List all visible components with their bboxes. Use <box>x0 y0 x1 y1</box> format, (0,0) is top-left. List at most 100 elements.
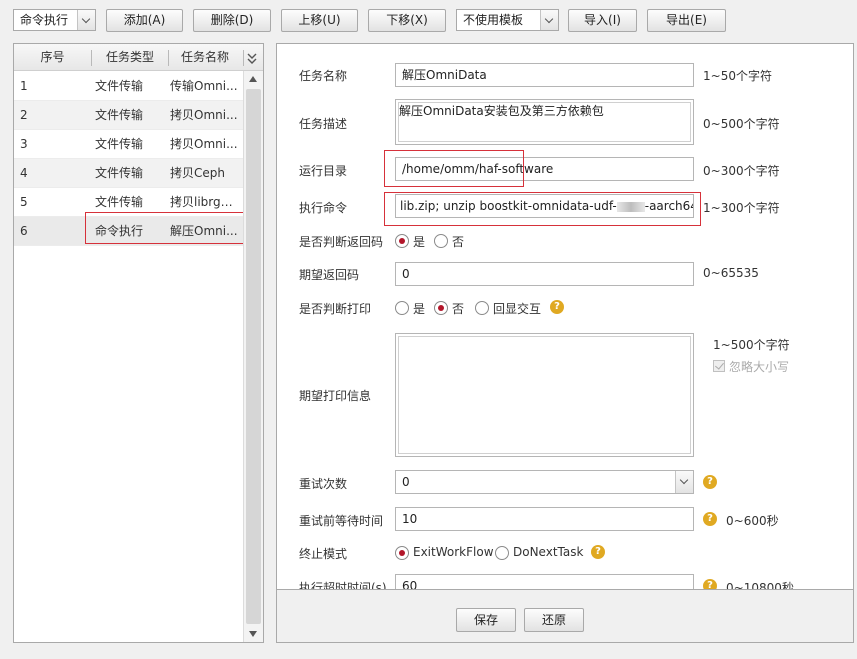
row-type: 文件传输 <box>95 79 144 93</box>
scroll-up-icon[interactable] <box>249 76 257 82</box>
stop-mode-exit-label: ExitWorkFlow <box>413 545 494 559</box>
row-name: 拷贝Ceph <box>170 166 225 180</box>
row-type: 文件传输 <box>95 166 144 180</box>
exec-cmd-label: 执行命令 <box>299 201 348 215</box>
check-print-echo-radio[interactable] <box>475 301 489 315</box>
row-type: 文件传输 <box>95 137 144 151</box>
stop-mode-label: 终止模式 <box>299 547 348 561</box>
question-circle-icon[interactable]: ? <box>703 475 717 489</box>
task-type-select[interactable]: 命令执行 <box>13 9 96 31</box>
retry-wait-input[interactable]: 10 <box>395 507 694 531</box>
row-name: 拷贝librgw... <box>170 195 240 209</box>
check-print-echo-label: 回显交互 <box>493 302 542 316</box>
row-name: 拷贝Omni... <box>170 108 238 122</box>
retry-count-select[interactable]: 0 <box>395 470 694 494</box>
expected-return-input[interactable]: 0 <box>395 262 694 286</box>
row-name: 传输Omni... <box>170 79 238 93</box>
add-button[interactable]: 添加(A) <box>106 9 183 32</box>
table-row[interactable]: 4 文件传输 拷贝Ceph <box>14 159 243 188</box>
scroll-down-icon[interactable] <box>249 631 257 637</box>
row-type: 文件传输 <box>95 195 144 209</box>
expected-print-hint: 1~500个字符 <box>713 338 790 352</box>
row-name: 拷贝Omni... <box>170 137 238 151</box>
redacted-mask <box>616 201 645 212</box>
exec-cmd-value-head: lib.zip; unzip boostkit-omnidata-udf- <box>400 199 617 213</box>
exec-cmd-input[interactable]: lib.zip; unzip boostkit-omnidata-udf- -aa… <box>395 194 694 218</box>
row-no: 5 <box>20 195 28 209</box>
task-list-header: 序号 任务类型 任务名称 <box>14 44 263 71</box>
template-select-value: 不使用模板 <box>463 13 524 27</box>
row-type: 文件传输 <box>95 108 144 122</box>
check-print-label: 是否判断打印 <box>299 302 372 316</box>
question-circle-icon[interactable]: ? <box>703 512 717 526</box>
column-header-name[interactable]: 任务名称 <box>169 44 241 71</box>
restore-button[interactable]: 还原 <box>524 608 584 632</box>
check-print-no-label: 否 <box>452 302 465 316</box>
retry-wait-hint: 0~600秒 <box>726 514 779 528</box>
task-desc-label: 任务描述 <box>299 117 348 131</box>
task-type-select-value: 命令执行 <box>20 13 69 27</box>
check-print-no-radio[interactable] <box>434 301 448 315</box>
task-desc-hint: 0~500个字符 <box>703 117 780 131</box>
chevron-down-icon[interactable] <box>77 10 95 30</box>
retry-count-value: 0 <box>402 475 410 489</box>
table-row[interactable]: 5 文件传输 拷贝librgw... <box>14 188 243 217</box>
column-divider <box>243 50 244 66</box>
check-print-yes-label: 是 <box>413 302 426 316</box>
stop-mode-next-radio[interactable] <box>495 546 509 560</box>
task-detail-form: 任务名称 解压OmniData 1~50个字符 任务描述 解压OmniData安… <box>276 43 854 590</box>
retry-wait-label: 重试前等待时间 <box>299 514 384 528</box>
run-dir-input[interactable]: /home/omm/haf-software <box>395 157 694 181</box>
task-list-scrollbar[interactable] <box>243 71 263 642</box>
timeout-input[interactable]: 60 <box>395 574 694 589</box>
table-row[interactable]: 1 文件传输 传输Omni... <box>14 72 243 101</box>
delete-button[interactable]: 删除(D) <box>193 9 271 32</box>
timeout-label: 执行超时时间(s) <box>299 581 387 590</box>
table-row[interactable]: 3 文件传输 拷贝Omni... <box>14 130 243 159</box>
retry-count-label: 重试次数 <box>299 477 348 491</box>
scrollbar-thumb[interactable] <box>246 89 261 624</box>
check-return-yes-label: 是 <box>413 235 426 249</box>
row-no: 2 <box>20 108 28 122</box>
table-row-selected[interactable]: 6 命令执行 解压Omni... <box>14 217 243 246</box>
table-row[interactable]: 2 文件传输 拷贝Omni... <box>14 101 243 130</box>
column-header-type[interactable]: 任务类型 <box>92 44 168 71</box>
check-print-yes-radio[interactable] <box>395 301 409 315</box>
expected-return-hint: 0~65535 <box>703 266 759 280</box>
question-circle-icon[interactable]: ? <box>550 300 564 314</box>
question-circle-icon[interactable]: ? <box>703 579 717 589</box>
template-select[interactable]: 不使用模板 <box>456 9 559 31</box>
move-up-button[interactable]: 上移(U) <box>281 9 358 32</box>
row-no: 4 <box>20 166 28 180</box>
task-desc-value: 解压OmniData安装包及第三方依赖包 <box>399 104 604 118</box>
column-menu-icon[interactable] <box>246 51 258 65</box>
column-header-no[interactable]: 序号 <box>14 44 91 71</box>
task-desc-textarea[interactable]: 解压OmniData安装包及第三方依赖包 <box>395 99 694 145</box>
check-return-yes-radio[interactable] <box>395 234 409 248</box>
task-name-input[interactable]: 解压OmniData <box>395 63 694 87</box>
check-return-no-label: 否 <box>452 235 465 249</box>
stop-mode-exit-radio[interactable] <box>395 546 409 560</box>
run-dir-hint: 0~300个字符 <box>703 164 780 178</box>
row-name: 解压Omni... <box>170 224 238 238</box>
task-list-panel: 序号 任务类型 任务名称 1 文件传输 传输Omni... 2 文件传输 拷贝O… <box>13 43 264 643</box>
expected-return-label: 期望返回码 <box>299 268 360 282</box>
check-return-no-radio[interactable] <box>434 234 448 248</box>
stop-mode-next-label: DoNextTask <box>513 545 584 559</box>
task-name-hint: 1~50个字符 <box>703 69 772 83</box>
move-down-button[interactable]: 下移(X) <box>368 9 446 32</box>
chevron-down-icon[interactable] <box>540 10 558 30</box>
row-no: 3 <box>20 137 28 151</box>
expected-print-inner <box>398 336 691 454</box>
exec-cmd-value-tail: -aarch64.zip; <box>644 199 693 213</box>
run-dir-label: 运行目录 <box>299 164 348 178</box>
check-return-label: 是否判断返回码 <box>299 235 384 249</box>
ignore-case-label: 忽略大小写 <box>729 360 790 374</box>
import-button[interactable]: 导入(I) <box>568 9 637 32</box>
question-circle-icon[interactable]: ? <box>591 545 605 559</box>
export-button[interactable]: 导出(E) <box>647 9 726 32</box>
save-button[interactable]: 保存 <box>456 608 516 632</box>
ignore-case-checkbox[interactable] <box>713 360 725 372</box>
task-name-label: 任务名称 <box>299 69 348 83</box>
chevron-down-icon[interactable] <box>675 471 693 493</box>
